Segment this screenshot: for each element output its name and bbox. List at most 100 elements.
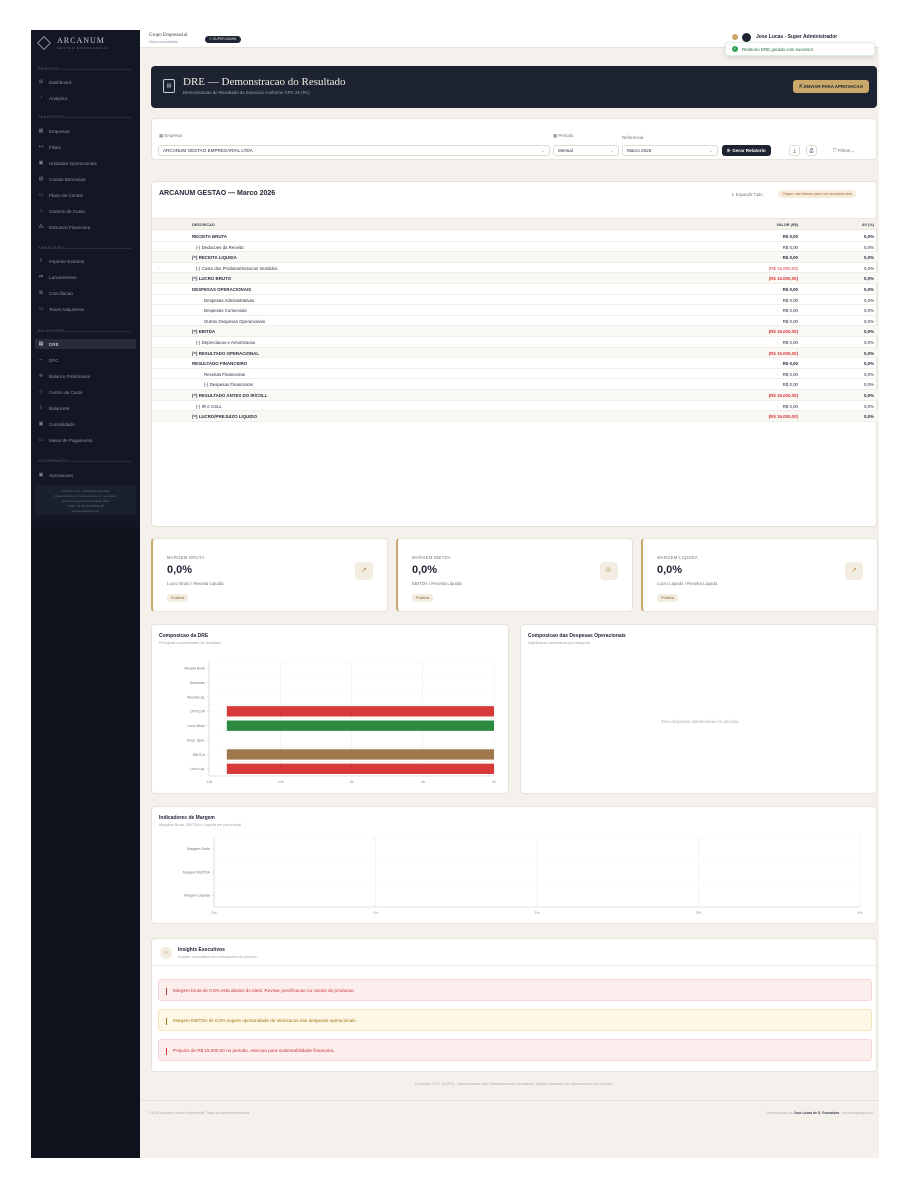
document-icon: ▤ — [163, 79, 175, 93]
empresa-label: ▦ Empresa — [159, 133, 182, 138]
row-av: 0,0% — [863, 276, 874, 282]
y-tick-label: Receita Liq. — [187, 695, 205, 699]
y-tick-label: Margem EBITDA — [183, 870, 211, 874]
sidebar: ARCANUM GESTAO EMPRESARIAL PRINCIPAL CADA… — [31, 30, 140, 1158]
bar — [226, 763, 494, 774]
sidebar-item-centro-de-custo[interactable]: ⊹ Centro de Custo — [35, 387, 136, 397]
sidebar-item-label: Unidades Operacionais — [49, 160, 97, 166]
sidebar-item-label: DFC — [49, 357, 59, 363]
org-name[interactable]: Grupo Empresarial — [149, 33, 187, 38]
table-row[interactable]: RECEITA BRUTA R$ 0,00 0,0% — [152, 231, 878, 242]
empresa-select[interactable]: ARCANUM GESTAO EMPRESARIAL LTDA ⌄ — [158, 145, 550, 156]
row-value: R$ 0,00 — [782, 255, 798, 261]
sidebar-item-dashboard[interactable]: ⊞ Dashboard — [35, 77, 136, 87]
table-row[interactable]: (-) Despesas Financeiras R$ 0,00 0,0% — [152, 379, 878, 390]
sidebar-item-estrutura-financeira[interactable]: ⁂ Estrutura Financeira — [35, 222, 136, 232]
export-icon[interactable]: ⤓ — [789, 145, 800, 156]
y-tick-label: Margem Bruta — [187, 847, 210, 851]
sidebar-section-label: FINANCEIRO — [38, 246, 133, 250]
sidebar-item-taxas-adquirente[interactable]: ▭ Taxas Adquirente — [35, 304, 136, 314]
role-badge: ☉ SUPER ADMIN — [205, 36, 242, 43]
kpi-value: 0,0% — [657, 564, 683, 576]
sidebar-item-balancete[interactable]: ⁞⁞ Balancete — [35, 403, 136, 413]
row-value: R$ 0,00 — [782, 361, 798, 367]
table-row[interactable]: Despesas Administrativas R$ 0,00 0,0% — [152, 295, 878, 306]
table-row[interactable]: RESULTADO FINANCEIRO R$ 0,00 0,0% — [152, 358, 878, 369]
table-row[interactable]: (-) IR e CSLL R$ 0,00 0,0% — [152, 401, 878, 412]
sidebar-item-aprovacoes[interactable]: ▣ Aprovacoes — [35, 470, 136, 480]
sidebar-item-dfc[interactable]: ∼ DFC — [35, 355, 136, 365]
table-row[interactable]: › (-) Custo dos Produtos/Servicos Vendido… — [152, 263, 878, 274]
chevron-right-icon[interactable]: › — [158, 266, 159, 271]
row-av: 0,0% — [863, 244, 874, 250]
sidebar-item-consolidado[interactable]: ▣ Consolidado — [35, 419, 136, 429]
notification-icon[interactable] — [732, 34, 738, 40]
print-icon[interactable]: ⎙ — [806, 145, 817, 156]
divider — [152, 965, 878, 966]
insights-subtitle: Analise automatica dos indicadores do pe… — [178, 955, 257, 959]
sidebar-item-dre[interactable]: ▤ DRE — [35, 339, 136, 349]
brand-logo[interactable]: ARCANUM GESTAO EMPRESARIAL — [36, 35, 135, 52]
sidebar-item-plano-de-contas[interactable]: ▭ Plano de Contas — [35, 190, 136, 200]
row-av: 0,0% — [863, 308, 874, 314]
importar-extratos-icon: ⇪ — [38, 258, 44, 264]
row-av: 0,0% — [863, 287, 874, 292]
insight-text: Margem EBITDA de 0,0% sugere oportunidad… — [173, 1018, 357, 1023]
y-tick-label: Receita Bruta — [184, 667, 205, 671]
table-row[interactable]: Receitas Financeiras R$ 0,00 0,0% — [152, 369, 878, 380]
sidebar-item-unidades-operacionais[interactable]: ▣ Unidades Operacionais — [35, 158, 136, 168]
y-tick-label: EBITDA — [193, 753, 206, 757]
sidebar-item-importar-extratos[interactable]: ⇪ Importar Extratos — [35, 256, 136, 266]
table-row[interactable]: (-) Depreciacao e Amortizacao R$ 0,00 0,0% — [152, 337, 878, 348]
centro-de-custo-icon: ⊹ — [38, 389, 44, 395]
table-row[interactable]: (=) RECEITA LIQUIDA R$ 0,00 0,0% — [152, 252, 878, 263]
sidebar-item-empresas[interactable]: ▦ Empresas — [35, 126, 136, 136]
chevron-down-icon: ⌄ — [709, 148, 713, 153]
table-row[interactable]: (=) LUCRO BRUTO (R$ 15.000,00) 0,0% — [152, 273, 878, 284]
credit-prefix: Desenvolvido por — [766, 1111, 794, 1115]
periodo-select[interactable]: Mensal ⌄ — [553, 145, 619, 156]
user-name[interactable]: Jose Lucas - Super Administrador — [756, 34, 837, 40]
avatar[interactable] — [742, 33, 751, 42]
toast-message: Relatorio DRE gerado com sucesso! — [742, 46, 814, 52]
copyright: © 2026 Arcanum Gestao Empresarial. Todos… — [148, 1111, 251, 1115]
expand-all-button[interactable]: ⇕ Expandir Tudo — [731, 192, 763, 197]
sidebar-item-centros-de-custo[interactable]: ⊹ Centros de Custo — [35, 206, 136, 216]
taxas-adquirente-icon: ▭ — [38, 306, 44, 312]
row-av: 0,0% — [863, 350, 874, 356]
kpi-card: MARGEM LIQUIDA 0,0% Lucro Liquido / Receit… — [641, 538, 878, 612]
table-row[interactable]: (=) EBITDA (R$ 15.000,00) 0,0% — [152, 326, 878, 337]
filters-toggle-button[interactable]: ⛉ Filtros ⌄ — [833, 145, 854, 156]
trend-icon: ↗ — [845, 562, 863, 580]
opex-composition-chart-card: Composicao das Despesas Operacionais Dis… — [520, 624, 877, 794]
kpi-card: MARGEM BRUTA 0,0% Lucro Bruto / Receita Li… — [151, 538, 388, 612]
sidebar-item-lancamentos[interactable]: ⇄ Lancamentos — [35, 272, 136, 282]
generate-report-button[interactable]: ⊪ Gerar Relatorio — [722, 145, 771, 156]
row-value: R$ 0,00 — [782, 244, 798, 250]
row-description: Despesas Comerciais — [204, 308, 247, 314]
row-av: 0,0% — [863, 414, 874, 420]
table-row[interactable]: (-) Deducoes da Receita R$ 0,00 0,0% — [152, 242, 878, 253]
table-row[interactable]: (=) LUCRO/PREJUIZO LIQUIDO (R$ 15.000,00)… — [152, 411, 878, 422]
sidebar-item-conciliacao[interactable]: ⊠ Conciliacao — [35, 288, 136, 298]
sidebar-item-meios-de-pagamento[interactable]: ▭ Meios de Pagamento — [35, 435, 136, 445]
table-row[interactable]: Despesas Comerciais R$ 0,00 0,0% — [152, 305, 878, 316]
row-description: RESULTADO FINANCEIRO — [192, 361, 248, 367]
sidebar-item-analytics[interactable]: ◔ Analytics — [35, 93, 136, 103]
dashboard-icon: ⊞ — [38, 79, 44, 85]
empresa-value: ARCANUM GESTAO EMPRESARIAL LTDA — [163, 148, 253, 153]
table-row[interactable]: (=) RESULTADO ANTES DO IR/CSLL (R$ 15.000… — [152, 390, 878, 401]
developer-name[interactable]: Jose Lucas de S. Goncalves — [794, 1111, 840, 1115]
sidebar-item-filiais[interactable]: ⊷ Filiais — [35, 142, 136, 152]
row-value: (R$ 15.000,00) — [768, 393, 798, 398]
table-row[interactable]: (=) RESULTADO OPERACIONAL (R$ 15.000,00) 0… — [152, 347, 878, 359]
sidebar-item-balanco-patrimonial[interactable]: ⊜ Balanco Patrimonial — [35, 371, 136, 381]
table-row[interactable]: Outras Despesas Operacionais R$ 0,00 0,0% — [152, 316, 878, 327]
referencia-select[interactable]: Marco 2026 ⌄ — [622, 145, 718, 156]
success-toast[interactable]: ✓ Relatorio DRE gerado com sucesso! — [725, 42, 875, 56]
table-row[interactable]: DESPESAS OPERACIONAIS R$ 0,00 0,0% — [152, 284, 878, 295]
kpi-title: MARGEM LIQUIDA — [657, 555, 698, 560]
send-for-approval-button[interactable]: ⇱ ENVIAR PARA APROVACAO — [793, 80, 869, 93]
sidebar-item-contas-bancarias[interactable]: ▤ Contas Bancarias — [35, 174, 136, 184]
meios-de-pagamento-icon: ▭ — [38, 437, 44, 443]
